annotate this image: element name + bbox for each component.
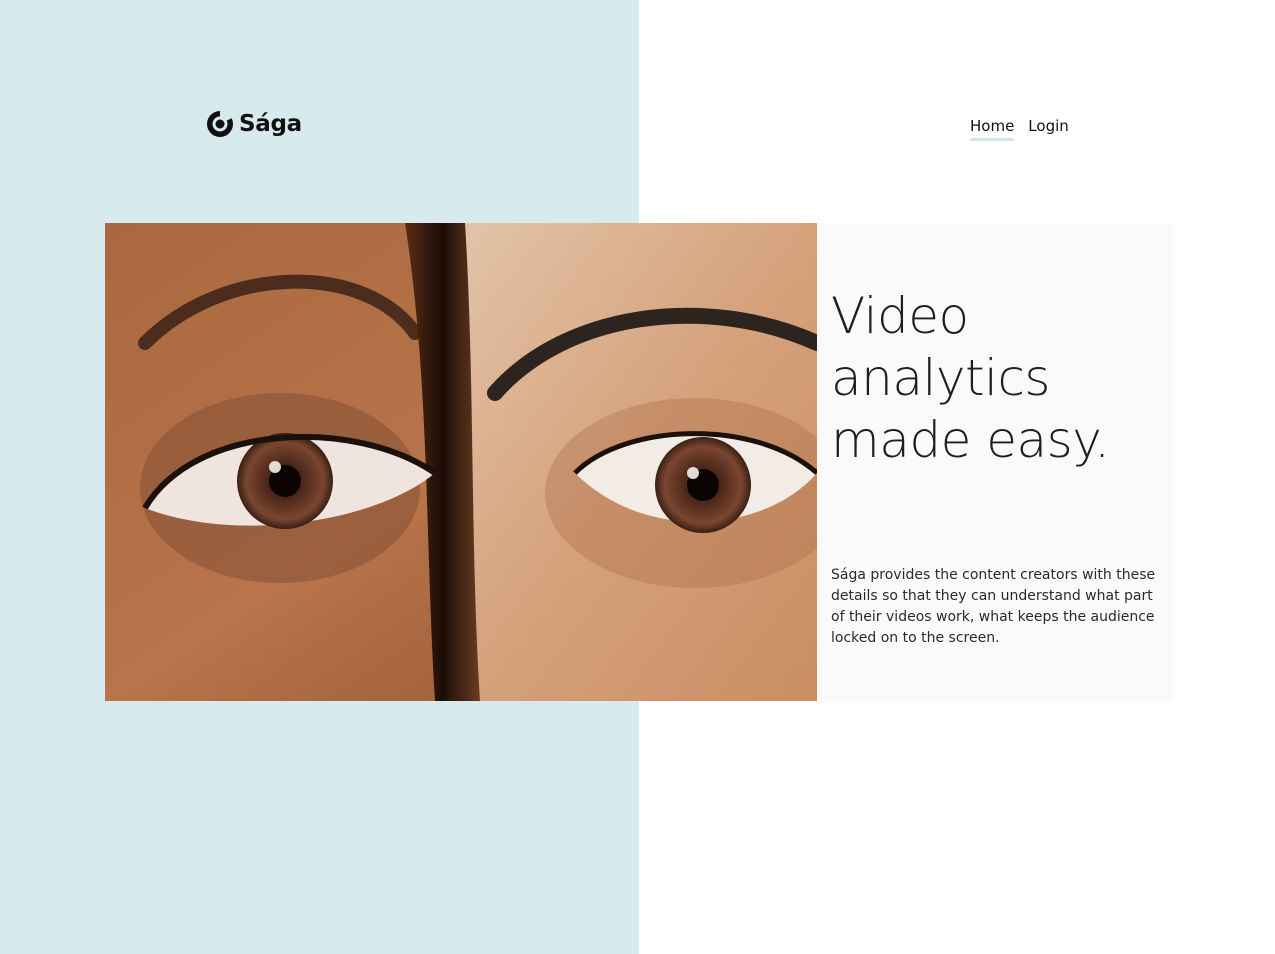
nav-login-link[interactable]: Login	[1028, 117, 1068, 141]
hero-text-card: Video analytics made easy. Sága provides…	[817, 223, 1174, 701]
main-nav: Home Login	[970, 117, 1069, 141]
eye-logo-icon	[207, 110, 233, 137]
hero-description: Sága provides the content creators with …	[831, 567, 1156, 646]
landing-page: Sága Home Login Video analytics made eas…	[0, 0, 1275, 954]
headline-line-1: Video	[831, 287, 969, 345]
brand-logo-link[interactable]: Sága	[205, 109, 302, 139]
headline-line-2: analytics	[831, 349, 1051, 407]
headline-line-3: made easy.	[831, 411, 1110, 469]
hero-image	[105, 223, 817, 701]
eyes-photo	[105, 223, 817, 701]
nav-home-link[interactable]: Home	[970, 117, 1015, 141]
brand-name: Sága	[239, 111, 302, 137]
hero-headline: Video analytics made easy.	[831, 285, 1161, 471]
